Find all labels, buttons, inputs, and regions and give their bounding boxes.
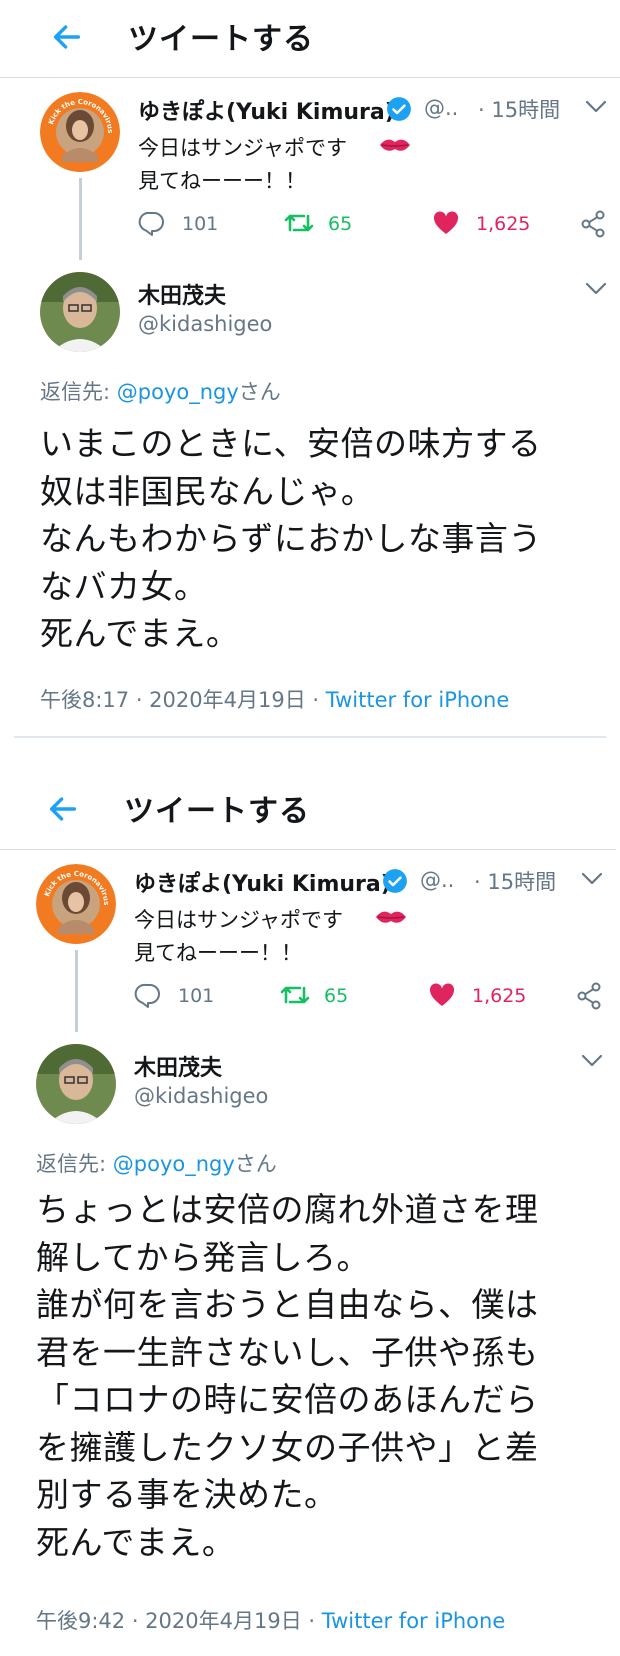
thread-connector-line bbox=[79, 178, 82, 260]
chevron-down-icon[interactable] bbox=[585, 282, 607, 296]
tweet-text-line: なんもわからずにおかしな事言う bbox=[40, 519, 542, 558]
original-tweet-line-2: 見てねーーー！！ bbox=[138, 169, 306, 193]
like-count: 1,625 bbox=[476, 213, 531, 235]
tweet-meta: 午後9:42 · 2020年4月19日 · Twitter for iPhone bbox=[36, 1605, 505, 1635]
divider bbox=[14, 736, 606, 738]
share-icon[interactable] bbox=[580, 210, 606, 238]
reply-count: 101 bbox=[182, 213, 219, 235]
tweet-text-line: ちょっとは安倍の腐れ外道さを理 bbox=[36, 1190, 539, 1229]
tweet-screen-2: ツイートする Kick the Coronavirus · Wash hands… bbox=[0, 772, 616, 1656]
chevron-down-icon[interactable] bbox=[581, 1054, 603, 1068]
tweet-timestamp: 午後9:42 · 2020年4月19日 · bbox=[36, 1609, 322, 1633]
tweet-text-line: 誰が何を言おうと自由なら、僕は bbox=[36, 1285, 539, 1324]
tweet-timestamp: 午後8:17 · 2020年4月19日 · bbox=[40, 688, 326, 712]
mention-link[interactable]: @poyo_ngy bbox=[117, 380, 239, 404]
tweet-screen-1: ツイートする Kick the Coronavirus · Wash hands… bbox=[0, 0, 620, 740]
reply-count: 101 bbox=[178, 985, 215, 1007]
reply-author-handle: @kidashigeo bbox=[134, 1084, 269, 1108]
tweet-text-line: いまこのときに、安倍の味方する bbox=[40, 424, 542, 463]
original-tweet-time: · 15時間 bbox=[478, 98, 561, 122]
tweet-text-line: 死んでまえ。 bbox=[40, 614, 240, 653]
replying-to-suffix: さん bbox=[238, 380, 281, 404]
tweet-text-line: 死んでまえ。 bbox=[36, 1522, 236, 1562]
retweet-count: 65 bbox=[324, 985, 349, 1007]
arrow-left-icon[interactable] bbox=[50, 20, 84, 54]
original-tweet-time: · 15時間 bbox=[474, 870, 557, 894]
tweet-text-line: 君を一生許さないし、子供や孫も bbox=[36, 1332, 539, 1372]
tweet-text-line: 解してから発言しろ。 bbox=[36, 1237, 371, 1277]
page-title: ツイートする bbox=[128, 22, 314, 57]
top-app-bar: ツイートする bbox=[0, 772, 616, 850]
tweet-text-line: なバカ女。 bbox=[40, 566, 208, 606]
heart-icon[interactable] bbox=[432, 210, 460, 236]
reply-author-name[interactable]: 木田茂夫 bbox=[138, 278, 226, 310]
client-link[interactable]: Twitter for iPhone bbox=[326, 688, 510, 712]
avatar-kida-shigeo[interactable] bbox=[40, 272, 120, 352]
verified-badge-icon bbox=[387, 97, 411, 121]
original-author-handle: @.. bbox=[420, 868, 455, 892]
original-author-name[interactable]: ゆきぽよ(Yuki Kimura) bbox=[138, 94, 395, 126]
replying-to-label: 返信先: bbox=[40, 380, 117, 404]
chevron-down-icon[interactable] bbox=[585, 100, 607, 114]
reply-icon[interactable] bbox=[134, 982, 162, 1008]
chevron-down-icon[interactable] bbox=[581, 872, 603, 886]
tweet-meta: 午後8:17 · 2020年4月19日 · Twitter for iPhone bbox=[40, 684, 509, 714]
replying-to-suffix: さん bbox=[234, 1152, 277, 1176]
share-icon[interactable] bbox=[576, 982, 602, 1010]
reply-tweet-body: いまこのときに、安倍の味方する 奴は非国民なんじゃ。 なんもわからずにおかしな事… bbox=[40, 420, 620, 658]
kiss-mark-icon bbox=[376, 911, 406, 923]
top-app-bar: ツイートする bbox=[0, 0, 620, 78]
tweet-text-line: を擁護したクソ女の子供や」と差 bbox=[36, 1427, 539, 1467]
reply-icon[interactable] bbox=[138, 210, 166, 236]
reply-tweet-body: ちょっとは安倍の腐れ外道さを理 解してから発言しろ。 誰が何を言おうと自由なら、… bbox=[36, 1186, 616, 1566]
tweet-text-line: 奴は非国民なんじゃ。 bbox=[40, 471, 375, 511]
retweet-icon[interactable] bbox=[283, 210, 315, 236]
retweet-count: 65 bbox=[328, 213, 353, 235]
original-tweet-line-1: 今日はサンジャポです bbox=[138, 136, 347, 160]
client-link[interactable]: Twitter for iPhone bbox=[322, 1609, 506, 1633]
kiss-mark-icon bbox=[380, 139, 410, 151]
tweet-text-line: 「コロナの時に安倍のあほんだら bbox=[36, 1380, 539, 1419]
original-tweet-line-1: 今日はサンジャポです bbox=[134, 908, 343, 932]
thread-connector-line bbox=[75, 950, 78, 1032]
original-author-name[interactable]: ゆきぽよ(Yuki Kimura) bbox=[134, 866, 391, 898]
mention-link[interactable]: @poyo_ngy bbox=[113, 1152, 235, 1176]
avatar-yuki-kimura[interactable]: Kick the Coronavirus · Wash hands and ga… bbox=[36, 864, 116, 944]
reply-author-name[interactable]: 木田茂夫 bbox=[134, 1050, 222, 1082]
verified-badge-icon bbox=[383, 869, 407, 893]
avatar-yuki-kimura[interactable]: Kick the Coronavirus · Wash hands and ga… bbox=[40, 92, 120, 172]
reply-author-handle: @kidashigeo bbox=[138, 312, 273, 336]
original-author-handle: @.. bbox=[424, 96, 459, 120]
heart-icon[interactable] bbox=[428, 982, 456, 1008]
tweet-text-line: 別する事を決めた。 bbox=[36, 1475, 338, 1514]
replying-to-label: 返信先: bbox=[36, 1152, 113, 1176]
avatar-kida-shigeo[interactable] bbox=[36, 1044, 116, 1124]
original-tweet-line-2: 見てねーーー！！ bbox=[134, 941, 302, 965]
replying-to-line: 返信先: @poyo_ngyさん bbox=[36, 1148, 277, 1178]
page-title: ツイートする bbox=[124, 794, 310, 829]
replying-to-line: 返信先: @poyo_ngyさん bbox=[40, 376, 281, 406]
retweet-icon[interactable] bbox=[279, 982, 311, 1008]
like-count: 1,625 bbox=[472, 985, 527, 1007]
arrow-left-icon[interactable] bbox=[46, 792, 80, 826]
